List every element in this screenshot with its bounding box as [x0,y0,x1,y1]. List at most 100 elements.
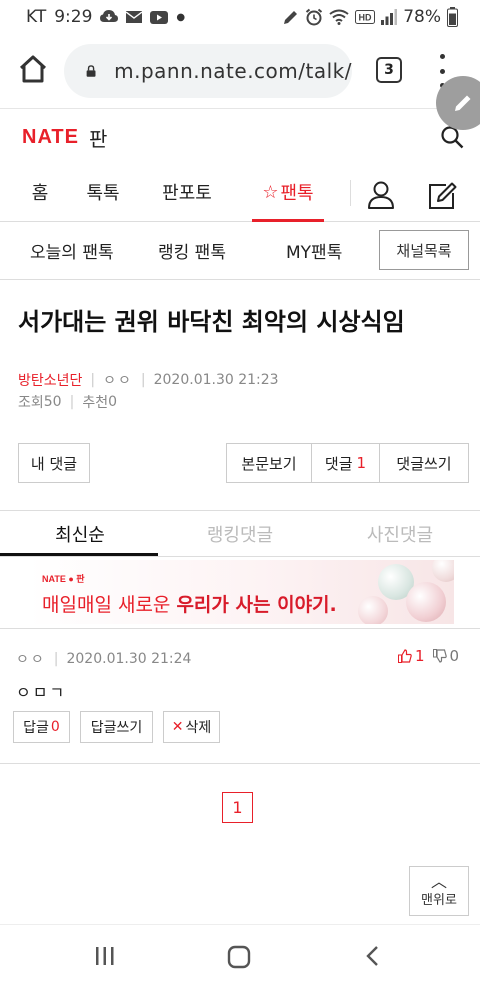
tab-photo-comments[interactable]: 사진댓글 [320,511,480,557]
meta-separator: | [140,372,146,388]
banner-text-strong: 우리가 사는 이야기. [176,594,337,616]
tab-switcher-button[interactable]: 3 [376,57,402,83]
comment-item: ㅇㅇ | 2020.01.30 21:24 1 0 ㅇㅁㄱ 답글 0 답글쓰기 … [0,628,480,764]
views-count: 50 [43,394,62,410]
meta-separator: | [90,372,96,388]
logo-brand: NATE [22,126,79,148]
downvote-count: 0 [449,647,460,665]
tab-latest[interactable]: 최신순 [0,511,160,557]
youtube-icon [150,10,169,24]
battery-icon [447,7,458,27]
svg-text:HD: HD [359,13,372,23]
lock-icon [86,65,96,77]
hd-icon: HD [355,10,376,24]
comments-count: 1 [356,454,367,472]
reply-label: 답글 [23,720,49,736]
banner-text: 매일매일 새로운 우리가 사는 이야기. [42,590,337,617]
comment-votes: 1 0 [398,647,459,665]
subnav-my-fantalk[interactable]: MY팬톡 [286,222,342,278]
pencil-icon [455,95,471,111]
comment-nickname: ㅇㅇ [16,652,46,668]
article-title: 서가대는 권위 바닥친 최악의 시상식임 [18,308,405,336]
channel-list-button[interactable]: 채널목록 [379,230,469,270]
pen-icon [284,10,298,24]
comments-button[interactable]: 댓글 1 [312,444,380,482]
url-text: m.pann.nate.com/talk/ [114,59,352,83]
nav-item-label: 팬톡 [280,183,314,204]
delete-button[interactable]: ✕ 삭제 [163,711,220,743]
recent-apps-icon[interactable] [94,945,116,967]
write-icon[interactable] [426,180,458,212]
ad-banner[interactable]: NATE ● 판 매일매일 새로운 우리가 사는 이야기. [28,560,454,624]
delete-icon: ✕ [171,719,184,735]
chevron-up-icon: ︿ [430,871,447,891]
nav-item-home[interactable]: 홈 [18,162,62,222]
nav-item-label: 톡톡 [86,183,120,204]
battery-percent: 78% [403,7,441,27]
star-icon: ☆ [262,181,279,203]
carrier-label: KT [26,7,47,27]
comment-sort-tabs: 최신순 랭킹댓글 사진댓글 [0,510,480,557]
upvote-count: 1 [415,647,425,665]
back-to-top-label: 맨위로 [421,892,457,908]
nav-item-panphoto[interactable]: 판포토 [152,162,222,222]
main-nav: 홈 톡톡 판포토 ☆ 팬톡 [0,162,480,222]
article-action-group: 본문보기 댓글 1 댓글쓰기 [226,443,469,483]
dot-icon: ● [176,11,186,23]
nav-divider [350,180,351,206]
alarm-icon [306,8,323,26]
article-author[interactable]: 방탄소년단 [18,370,82,390]
clock-label: 9:29 [54,7,93,27]
nav-item-fantalk[interactable]: ☆ 팬톡 [252,162,324,222]
nav-item-toktok[interactable]: 톡톡 [76,162,130,222]
delete-label: 삭제 [185,720,212,736]
banner-text-normal: 매일매일 새로운 [42,594,177,616]
nav-item-label: 홈 [31,183,49,204]
home-icon[interactable] [18,54,48,84]
view-body-button[interactable]: 본문보기 [227,444,312,482]
reply-count: 0 [50,719,60,735]
article-datetime: 2020.01.30 21:23 [153,372,279,388]
recommend-count: 0 [108,394,117,410]
browser-toolbar: m.pann.nate.com/talk/ 3 [0,40,480,102]
nav-item-label: 판포토 [162,183,212,204]
back-nav-icon[interactable] [364,945,380,967]
write-reply-button[interactable]: 답글쓰기 [80,711,153,743]
user-icon[interactable] [366,180,396,210]
pearl-decoration [406,582,446,622]
meta-separator: | [69,394,75,410]
status-bar: KT 9:29 ● HD 78% [0,0,480,34]
downvote-button[interactable]: 0 [432,647,460,665]
site-header: NATE 판 [0,108,480,162]
tab-ranking-comments[interactable]: 랭킹댓글 [160,511,320,557]
upvote-button[interactable]: 1 [398,647,425,665]
thumbs-up-icon [398,649,412,663]
comment-datetime: 2020.01.30 21:24 [66,651,192,667]
sub-nav: 오늘의 팬톡 랭킹 팬톡 MY팬톡 채널목록 [0,222,480,280]
recommend-label: 추천 [82,395,109,411]
home-nav-icon[interactable] [227,945,251,969]
back-to-top-button[interactable]: ︿ 맨위로 [409,866,469,916]
subnav-today-fantalk[interactable]: 오늘의 팬톡 [30,222,114,278]
pagination-current-page[interactable]: 1 [222,792,253,823]
comment-body: ㅇㅁㄱ [16,683,67,702]
address-bar[interactable]: m.pann.nate.com/talk/ [64,44,352,98]
comments-label: 댓글 [324,454,353,473]
banner-logo: NATE ● 판 [42,574,85,584]
logo-service: 판 [88,127,108,151]
my-comments-button[interactable]: 내 댓글 [18,443,90,483]
thumbs-down-icon [432,649,447,663]
meta-separator: | [53,651,59,667]
reply-button[interactable]: 답글 0 [13,711,70,743]
article-stats: 조회 50 | 추천 0 [18,392,117,412]
wifi-icon [329,9,349,25]
subnav-ranking-fantalk[interactable]: 랭킹 팬톡 [158,222,226,278]
article-nickname: ㅇㅇ [103,373,133,389]
pearl-decoration [358,596,388,624]
mail-icon [126,11,143,23]
write-comment-button[interactable]: 댓글쓰기 [380,444,468,482]
views-label: 조회 [18,395,44,411]
signal-icon [381,9,398,25]
pearl-decoration [432,560,454,582]
site-logo[interactable]: NATE 판 [22,123,107,152]
